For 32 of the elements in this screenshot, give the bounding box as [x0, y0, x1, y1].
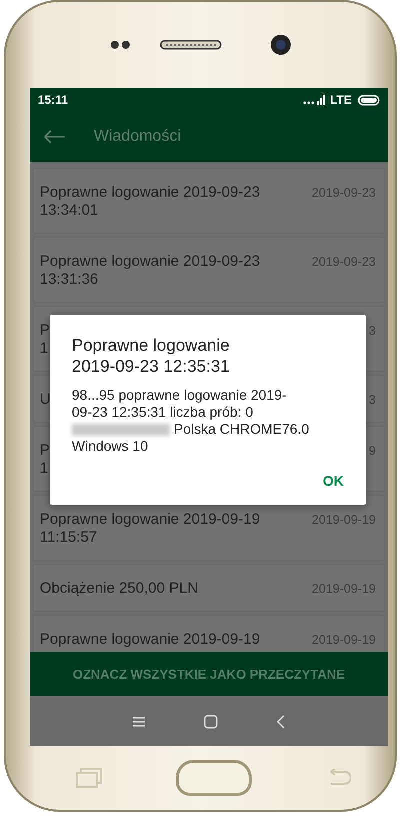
- back-chevron-icon[interactable]: [276, 715, 286, 729]
- back-arrow-icon[interactable]: [44, 130, 66, 144]
- message-text: 11:15:57: [40, 529, 98, 547]
- message-text: Obciążenie 250,00 PLN: [40, 580, 198, 598]
- message-text: Poprawne logowanie 2019-09-23: [40, 253, 260, 271]
- dialog-title: Poprawne logowanie 2019-09-23 12:35:31: [72, 335, 231, 377]
- home-square-icon[interactable]: [204, 715, 218, 729]
- home-button[interactable]: [176, 760, 252, 796]
- message-text: Poprawne logowanie 2019-09-23: [40, 184, 260, 202]
- ok-button[interactable]: OK: [317, 469, 350, 493]
- header-title: Wiadomości: [94, 128, 182, 146]
- message-text: Poprawne logowanie 2019-09-19: [40, 511, 260, 529]
- sensor-dots-icon: [110, 40, 132, 50]
- mark-all-read-button[interactable]: OZNACZ WSZYSTKIE JAKO PRZECZYTANE: [30, 652, 388, 696]
- dialog-message: 98...95 poprawne logowanie 2019-09-23 12:35:31 liczba prób: 0: [72, 387, 288, 421]
- message-text: U: [40, 391, 51, 409]
- message-text: 1: [40, 460, 50, 478]
- dialog-message: Polska CHROME76.0: [174, 421, 310, 438]
- message-text: 13:34:01: [40, 202, 100, 220]
- menu-icon[interactable]: [132, 716, 146, 728]
- speaker-grille-icon: [160, 40, 222, 50]
- signal-icon: [303, 95, 328, 105]
- message-text: Poprawne logowanie 2019-09-19: [40, 631, 260, 649]
- camera-icon: [270, 34, 292, 56]
- message-text: 13:31:36: [40, 271, 100, 289]
- battery-icon: [358, 94, 380, 106]
- dialog-message: Windows 10: [72, 438, 150, 455]
- clock-text: 15:11: [38, 93, 68, 107]
- message-text: P: [40, 442, 50, 460]
- message-text: 1: [40, 340, 50, 358]
- message-text: P: [40, 322, 50, 340]
- network-text: LTE: [330, 93, 352, 107]
